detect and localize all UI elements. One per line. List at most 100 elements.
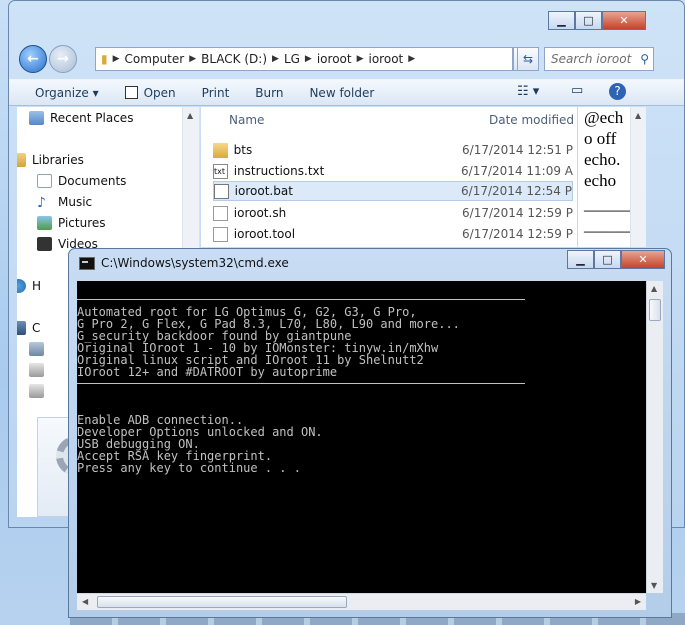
minimize-button[interactable]: ▁ bbox=[548, 11, 575, 30]
videos-icon bbox=[37, 237, 52, 251]
computer-icon bbox=[17, 321, 26, 335]
file-icon bbox=[213, 226, 228, 242]
file-icon bbox=[213, 205, 228, 221]
drive-icon bbox=[29, 342, 44, 356]
scroll-up-icon[interactable]: ▲ bbox=[635, 111, 641, 120]
file-name: ioroot.sh bbox=[233, 206, 287, 220]
drive-icon bbox=[29, 363, 44, 377]
nav-item-pictures[interactable]: Pictures bbox=[37, 216, 106, 230]
nav-item-drive[interactable] bbox=[29, 384, 50, 398]
file-name: ioroot.tool bbox=[233, 227, 296, 241]
drive-icon bbox=[29, 384, 44, 398]
breadcrumb-separator: ▶ bbox=[304, 54, 312, 64]
recent-places-icon bbox=[29, 111, 44, 125]
forward-button[interactable]: → bbox=[49, 45, 77, 73]
batch-file-icon bbox=[214, 183, 229, 199]
scroll-up-icon[interactable]: ▲ bbox=[651, 284, 657, 293]
breadcrumb-item[interactable]: BLACK (D:) bbox=[196, 52, 272, 66]
scroll-left-icon[interactable]: ◀ bbox=[82, 597, 88, 606]
console-output[interactable]: Automated root for LG Optimus G, G2, G3,… bbox=[77, 281, 646, 593]
breadcrumb-separator: ▶ bbox=[272, 54, 279, 64]
folder-icon: ▮ bbox=[101, 52, 108, 66]
pictures-icon bbox=[37, 216, 52, 230]
libraries-icon bbox=[17, 153, 26, 167]
close-button[interactable]: ✕ bbox=[621, 250, 665, 269]
refresh-icon[interactable]: ⇆ bbox=[517, 47, 539, 71]
console-icon bbox=[79, 256, 95, 270]
nav-item-homegroup[interactable]: H bbox=[17, 279, 41, 293]
explorer-caption-buttons: ▁ □ ✕ bbox=[548, 11, 646, 30]
maximize-button[interactable]: □ bbox=[575, 11, 602, 30]
column-header-date[interactable]: Date modified bbox=[489, 113, 574, 127]
search-input[interactable]: Search ioroot ⚲ bbox=[544, 47, 654, 71]
console-rule bbox=[77, 383, 525, 384]
close-button[interactable]: ✕ bbox=[602, 11, 646, 30]
documents-icon bbox=[37, 174, 52, 188]
file-row[interactable]: txt instructions.txt 6/17/2014 11:09 A bbox=[213, 161, 573, 181]
console-horizontal-scrollbar[interactable]: ◀ ▶ bbox=[77, 593, 646, 610]
open-icon bbox=[124, 86, 138, 99]
breadcrumb-item[interactable]: ioroot bbox=[364, 52, 409, 66]
console-rule bbox=[77, 299, 525, 300]
folder-icon bbox=[213, 142, 228, 158]
console-line: Press any key to continue . . . bbox=[77, 461, 301, 475]
nav-item-documents[interactable]: Documents bbox=[37, 174, 126, 188]
file-row-selected[interactable]: ioroot.bat 6/17/2014 12:54 P bbox=[213, 181, 573, 201]
console-line: IOroot 12+ and #DATROOT by autoprime bbox=[77, 365, 338, 379]
new-folder-button[interactable]: New folder bbox=[296, 86, 387, 100]
maximize-button[interactable]: □ bbox=[594, 250, 621, 269]
nav-item-drive[interactable] bbox=[29, 342, 50, 356]
scroll-right-icon[interactable]: ▶ bbox=[635, 597, 641, 606]
text-file-icon: txt bbox=[213, 163, 228, 179]
breadcrumb-separator: ▶ bbox=[356, 54, 364, 64]
scroll-thumb[interactable] bbox=[649, 299, 661, 321]
back-button[interactable]: ← bbox=[19, 45, 47, 73]
breadcrumb-item[interactable]: LG bbox=[279, 52, 305, 66]
print-button[interactable]: Print bbox=[189, 86, 243, 100]
scroll-up-icon[interactable]: ▲ bbox=[187, 111, 193, 120]
preview-scrollbar[interactable]: ▲ bbox=[630, 107, 646, 247]
file-date: 6/17/2014 12:51 P bbox=[462, 143, 573, 157]
help-icon[interactable]: ? bbox=[609, 83, 626, 100]
breadcrumb-separator: ▶ bbox=[112, 54, 120, 64]
breadcrumb-item[interactable]: Computer bbox=[120, 52, 190, 66]
nav-label: Libraries bbox=[32, 153, 84, 167]
search-placeholder: Search ioroot bbox=[551, 52, 632, 66]
minimize-button[interactable]: ▁ bbox=[567, 250, 594, 269]
open-button[interactable]: Open bbox=[112, 86, 189, 100]
file-date: 6/17/2014 11:09 A bbox=[461, 164, 573, 178]
nav-label: H bbox=[32, 279, 42, 293]
address-bar[interactable]: ▮ ▶ Computer ▶ BLACK (D:) ▶ LG ▶ ioroot … bbox=[95, 47, 513, 71]
preview-pane-icon[interactable]: ▭ bbox=[571, 83, 583, 98]
search-icon: ⚲ bbox=[640, 52, 649, 66]
nav-label: Pictures bbox=[58, 216, 106, 230]
open-label: Open bbox=[143, 85, 176, 100]
nav-label: Music bbox=[58, 195, 93, 209]
scroll-down-icon[interactable]: ▼ bbox=[651, 581, 657, 590]
file-row[interactable]: ioroot.sh 6/17/2014 12:59 P bbox=[213, 203, 573, 223]
file-list: Name Date modified bts 6/17/2014 12:51 P… bbox=[201, 107, 577, 247]
nav-item-drive[interactable] bbox=[29, 363, 50, 377]
file-row[interactable]: ioroot.tool 6/17/2014 12:59 P bbox=[213, 224, 573, 244]
nav-label: Documents bbox=[58, 174, 127, 188]
breadcrumb-separator: ▶ bbox=[189, 54, 197, 64]
breadcrumb-item[interactable]: ioroot bbox=[312, 52, 357, 66]
nav-item-libraries[interactable]: Libraries bbox=[17, 153, 84, 167]
burn-button[interactable]: Burn bbox=[242, 86, 296, 100]
column-header-name[interactable]: Name bbox=[229, 113, 264, 127]
nav-item-recent-places[interactable]: Recent Places bbox=[29, 111, 133, 125]
command-bar: Organize ▾ Open Print Burn New folder ☷ … bbox=[9, 79, 684, 106]
nav-item-music[interactable]: ♪ Music bbox=[37, 195, 93, 211]
file-row[interactable]: bts 6/17/2014 12:51 P bbox=[213, 140, 573, 160]
cmd-title: C:\Windows\system32\cmd.exe bbox=[101, 256, 289, 270]
nav-label: C bbox=[32, 321, 41, 335]
file-date: 6/17/2014 12:59 P bbox=[462, 227, 573, 241]
scroll-thumb[interactable] bbox=[97, 596, 347, 608]
file-name: bts bbox=[233, 143, 253, 157]
cmd-caption-buttons: ▁ □ ✕ bbox=[567, 250, 665, 269]
organize-button[interactable]: Organize ▾ bbox=[9, 86, 112, 100]
cmd-title-bar: C:\Windows\system32\cmd.exe bbox=[79, 256, 289, 270]
console-vertical-scrollbar[interactable]: ▲ ▼ bbox=[646, 281, 663, 593]
view-options-icon[interactable]: ☷ ▾ bbox=[517, 84, 539, 99]
nav-item-computer[interactable]: C bbox=[17, 321, 40, 335]
